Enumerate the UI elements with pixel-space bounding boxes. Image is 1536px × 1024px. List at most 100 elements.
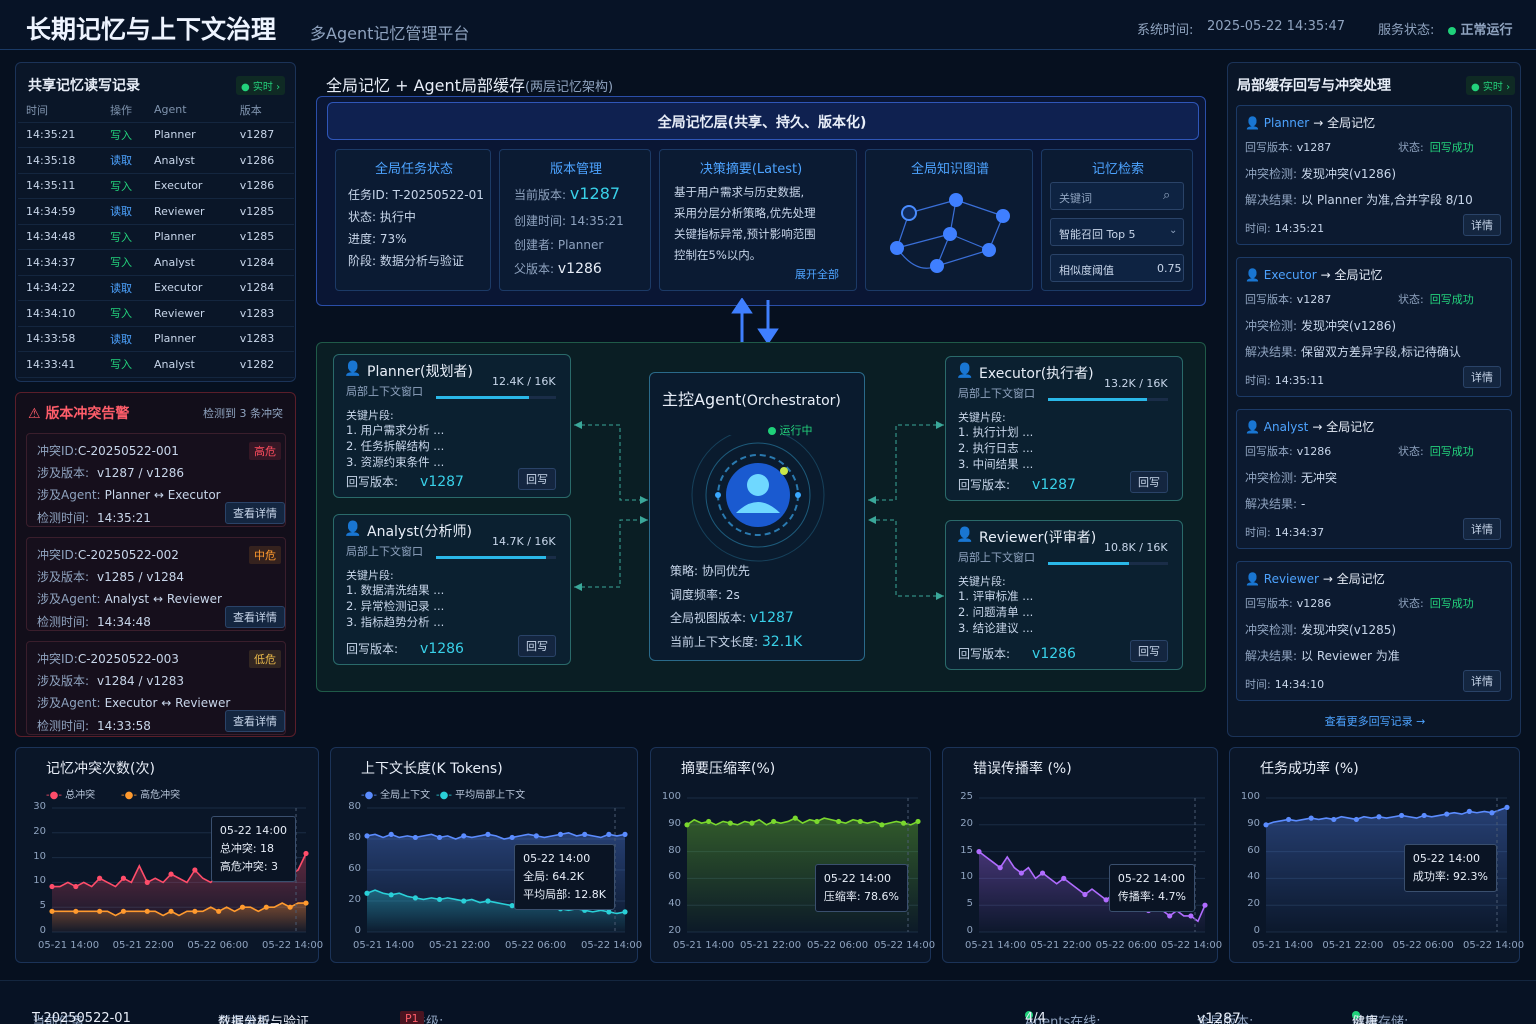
writeback-version: 回写版本: v1287 (958, 477, 1076, 493)
table-row[interactable]: 14:35:21 写入 Planner v1287 (18, 122, 294, 148)
table-cell: 14:33:41 (18, 351, 103, 378)
data-point (1018, 870, 1024, 876)
current-version: 当前版本: v1287 (514, 184, 621, 203)
chevron-down-icon: ⌄ (1169, 225, 1178, 236)
agent-card-executor[interactable]: 👤 Executor(执行者) 局部上下文窗口 13.2K / 16K 关键片段: 1. … (945, 356, 1183, 501)
realtime-badge[interactable]: ● 实时 › (1466, 76, 1516, 95)
agent-card-planner[interactable]: 👤 Planner(规划者) 局部上下文窗口 12.4K / 16K 关键片段: 1. 用… (333, 354, 571, 498)
writeback-card[interactable]: 👤 Reviewer → 全局记忆 回写版本: v1286 状态: 回写成功 冲突检测: 发现… (1236, 561, 1512, 701)
y-tick-label: 0 (1253, 925, 1260, 936)
conflict-detection: 冲突检测: 发现冲突(v1285) (1245, 623, 1397, 637)
data-point (168, 908, 174, 914)
task-progress: 进度: 73% (348, 232, 407, 246)
table-cell: Reviewer (145, 300, 232, 327)
table-cell: 写入 (102, 351, 146, 378)
data-point (814, 818, 820, 825)
y-tick-label: 25 (960, 791, 973, 802)
fragment-item: 1. 用户需求分析 ... (346, 423, 445, 437)
writeback-card[interactable]: 👤 Analyst → 全局记忆 回写版本: v1286 状态: 回写成功 冲突检测: 无冲突… (1236, 409, 1512, 549)
search-input[interactable]: 关键词 ⌕ (1050, 182, 1184, 210)
table-row[interactable]: 14:33:41 写入 Analyst v1282 (18, 351, 294, 378)
writeback-button[interactable]: 回写 (518, 635, 556, 657)
conflict-card[interactable]: 冲突ID:C-20250522-003 低危 涉及版本: v1284 / v1283 涉… (26, 641, 286, 735)
table-cell: v1287 (231, 122, 294, 148)
y-tick-label: 5 (39, 900, 46, 912)
writeback-card[interactable]: 👤 Executor → 全局记忆 回写版本: v1287 状态: 回写成功 冲突检测: 发现… (1236, 257, 1512, 397)
writeback-button[interactable]: 回写 (1130, 471, 1168, 493)
view-detail-button[interactable]: 查看详情 (225, 502, 285, 524)
severity-badge: 中危 (249, 546, 281, 564)
chart-tooltip: 05-22 14:00 传播率: 4.7% (1108, 864, 1195, 912)
data-point (684, 822, 690, 828)
chart-tooltip: 05-22 14:00 成功率: 92.3% (1403, 844, 1497, 892)
table-cell: 14:33:58 (18, 326, 103, 352)
detail-button[interactable]: 详情 (1463, 670, 1501, 692)
table-cell: 写入 (102, 300, 146, 327)
data-point (287, 904, 293, 910)
realtime-badge[interactable]: ● 实时 › (236, 76, 286, 95)
table-row[interactable]: 14:35:18 读取 Analyst v1286 (18, 147, 294, 174)
priority-badge: P1 (400, 1011, 424, 1024)
decision-summary-card: 决策摘要(Latest) 基于用户需求与历史数据, 采用分层分析策略,优先处理 … (659, 149, 857, 291)
conflict-id: 冲突ID:C-20250522-002 (37, 548, 179, 562)
view-detail-button[interactable]: 查看详情 (225, 606, 285, 628)
knowledge-graph[interactable] (876, 180, 1026, 285)
detail-button[interactable]: 详情 (1463, 518, 1501, 540)
table-row[interactable]: 14:33:58 读取 Planner v1283 (18, 326, 294, 352)
data-point (303, 900, 309, 906)
system-time-label: 系统时间: (1137, 23, 1194, 38)
fragment-label: 关键片段: (346, 569, 394, 582)
recall-select[interactable]: 智能召回 Top 5 ⌄ (1050, 218, 1184, 246)
data-point (727, 820, 733, 826)
search-icon[interactable]: ⌕ (1163, 188, 1170, 203)
card-title: 全局知识图谱 (910, 162, 989, 177)
data-point (97, 875, 103, 881)
y-tick-label: 15 (960, 844, 973, 856)
data-point (97, 908, 103, 914)
table-cell: Planner (145, 326, 232, 352)
column-header: Agent (145, 98, 232, 123)
expand-all-link[interactable]: 展开全部 (795, 266, 839, 282)
table-row[interactable]: 14:34:48 写入 Planner v1285 (18, 224, 294, 250)
table-row[interactable]: 14:34:10 写入 Reviewer v1283 (18, 300, 294, 327)
writeback-button[interactable]: 回写 (1130, 640, 1168, 662)
orchestrator-global-version: 全局视图版本: v1287 (670, 610, 794, 626)
window-label: 局部上下文窗口 (346, 545, 423, 558)
detail-button[interactable]: 详情 (1463, 366, 1501, 388)
version-management-card: 版本管理 当前版本: v1287 创建时间: 14:35:21 创建者: Pla… (499, 149, 651, 291)
user-icon: 👤 (1245, 268, 1264, 282)
data-point (1489, 810, 1495, 816)
y-tick-label: 30 (33, 801, 46, 812)
data-point (1421, 812, 1427, 819)
writeback-card[interactable]: 👤 Planner → 全局记忆 回写版本: v1287 状态: 回写成功 冲突检测: 发现冲… (1236, 105, 1512, 245)
x-tick-label: 05-22 06:00 (187, 940, 249, 951)
y-tick-label: 0 (354, 925, 361, 936)
y-tick-label: 10 (960, 871, 973, 883)
data-point (1398, 812, 1405, 819)
agent-card-reviewer[interactable]: 👤 Reviewer(评审者) 局部上下文窗口 10.8K / 16K 关键片段: 1. … (945, 520, 1183, 670)
table-row[interactable]: 14:34:37 写入 Analyst v1284 (18, 249, 294, 276)
data-point (1167, 913, 1173, 919)
agent-card-analyst[interactable]: 👤 Analyst(分析师) 局部上下文窗口 14.7K / 16K 关键片段: 1. 数… (333, 514, 571, 665)
table-cell: 写入 (102, 173, 146, 199)
more-writeback-link[interactable]: 查看更多回写记录 → (1228, 713, 1522, 729)
table-row[interactable]: 14:34:22 读取 Executor v1284 (18, 275, 294, 301)
table-row[interactable]: 14:35:11 写入 Executor v1286 (18, 173, 294, 199)
table-cell: 14:35:18 (18, 147, 103, 174)
writeback-version: 回写版本: v1286 (958, 646, 1076, 662)
writeback-button[interactable]: 回写 (518, 468, 556, 490)
orchestrator-card[interactable]: 主控Agent(Orchestrator) 运行中 策略: 协同优先 调度频率:… (649, 372, 865, 661)
view-detail-button[interactable]: 查看详情 (225, 710, 285, 732)
context-usage-bar (436, 396, 556, 399)
y-tick-label: 20 (1247, 898, 1260, 910)
conflict-card[interactable]: 冲突ID:C-20250522-001 高危 涉及版本: v1287 / v1286 涉… (26, 433, 286, 527)
data-point (216, 908, 222, 914)
status-dot-icon (768, 427, 776, 435)
conflict-card[interactable]: 冲突ID:C-20250522-002 中危 涉及版本: v1285 / v1284 涉… (26, 537, 286, 631)
data-point (997, 865, 1003, 871)
table-row[interactable]: 14:34:59 读取 Reviewer v1285 (18, 198, 294, 225)
agent-name: Executor(执行者) (979, 366, 1094, 382)
detail-button[interactable]: 详情 (1463, 214, 1501, 236)
chart-tooltip: 05-22 14:00 总冲突: 18 高危冲突: 3 (210, 816, 296, 882)
similarity-threshold[interactable]: 相似度阈值 0.75 (1050, 254, 1184, 282)
